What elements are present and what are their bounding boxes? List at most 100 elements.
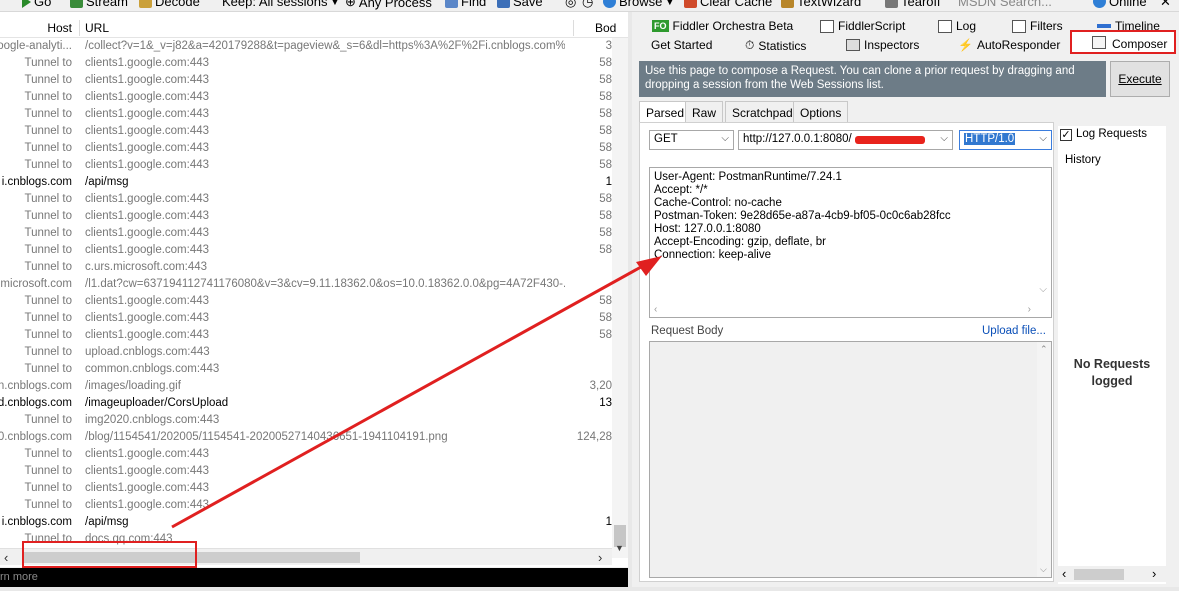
- timeline-icon: [1097, 24, 1111, 28]
- tab-log[interactable]: Log: [938, 19, 976, 33]
- tab-filters[interactable]: Filters: [1012, 19, 1063, 33]
- row-host: Tunnel to: [24, 312, 72, 324]
- find-button[interactable]: Find: [445, 0, 486, 9]
- table-row[interactable]: Tunnel to clients1.google.com:443: [0, 463, 628, 480]
- keep-sessions-dropdown[interactable]: Keep: All sessions ▼: [222, 0, 339, 9]
- body-column-header[interactable]: Bod: [595, 21, 616, 35]
- table-row[interactable]: i.cnblogs.com/api/msg 1: [0, 174, 628, 191]
- row-body: 58: [599, 74, 612, 86]
- table-row[interactable]: Tunnel to clients1.google.com:443 58: [0, 72, 628, 89]
- table-row[interactable]: Tunnel to img2020.cnblogs.com:443: [0, 412, 628, 429]
- scroll-left-arrow-icon[interactable]: ‹: [654, 303, 657, 316]
- table-row[interactable]: Tunnel to clients1.google.com:443: [0, 446, 628, 463]
- tab-get-started[interactable]: Get Started: [651, 38, 712, 52]
- tab-parsed[interactable]: Parsed: [639, 101, 692, 122]
- table-row[interactable]: Tunnel to clients1.google.com:443 58: [0, 157, 628, 174]
- row-host: Tunnel to: [24, 448, 72, 460]
- close-toolbar-button[interactable]: ✕: [1160, 0, 1171, 10]
- table-row[interactable]: Tunnel to clients1.google.com:443: [0, 480, 628, 497]
- tearoff-button[interactable]: Tearoff: [885, 0, 941, 9]
- table-row[interactable]: 20.cnblogs.com/blog/1154541/202005/11545…: [0, 429, 628, 446]
- table-row[interactable]: Tunnel to clients1.google.com:443 58: [0, 89, 628, 106]
- scroll-right-arrow-icon[interactable]: ›: [1028, 303, 1031, 316]
- row-url: clients1.google.com:443: [85, 210, 210, 222]
- table-row[interactable]: Tunnel to clients1.google.com:443 58: [0, 191, 628, 208]
- table-row[interactable]: Tunnel to clients1.google.com:443 58: [0, 123, 628, 140]
- protocol-select[interactable]: HTTP/1.0 ⌵: [959, 130, 1052, 150]
- tab-scratchpad[interactable]: Scratchpad: [725, 101, 800, 122]
- online-indicator[interactable]: Online: [1093, 0, 1147, 9]
- clear-cache-button[interactable]: Clear Cache: [684, 0, 772, 9]
- quickexec-bar[interactable]: rn more: [0, 568, 628, 587]
- any-process-button[interactable]: ⊕ Any Process: [345, 0, 432, 10]
- textwizard-button[interactable]: TextWizard: [781, 0, 861, 9]
- decode-button[interactable]: Decode: [139, 0, 200, 9]
- column-separator[interactable]: [79, 20, 80, 36]
- upload-file-link[interactable]: Upload file...: [982, 325, 1046, 337]
- table-row[interactable]: Tunnel to clients1.google.com:443 58: [0, 140, 628, 157]
- table-row[interactable]: Tunnel to upload.cnblogs.com:443: [0, 344, 628, 361]
- stream-button[interactable]: Stream: [70, 0, 128, 9]
- column-separator[interactable]: [573, 20, 574, 36]
- table-row[interactable]: Tunnel to clients1.google.com:443 58: [0, 225, 628, 242]
- url-column-header[interactable]: URL: [85, 21, 109, 35]
- tab-fiddlerscript[interactable]: FiddlerScript: [820, 19, 905, 33]
- request-body-textarea[interactable]: ⌃ ⌵: [649, 341, 1052, 578]
- row-host: ad.cnblogs.com: [0, 397, 72, 409]
- url-input[interactable]: http://127.0.0.1:8080/ ⌵: [738, 130, 953, 150]
- table-row[interactable]: Tunnel to clients1.google.com:443 58: [0, 208, 628, 225]
- browse-button[interactable]: Browse ▼: [603, 0, 674, 9]
- scroll-left-arrow-icon[interactable]: ‹: [1062, 566, 1066, 581]
- table-row[interactable]: ad.cnblogs.com/imageuploader/CorsUpload 1…: [0, 395, 628, 412]
- scroll-down-arrow-icon[interactable]: ⌵: [1039, 283, 1047, 296]
- table-row[interactable]: i.cnblogs.com/api/msg 1: [0, 514, 628, 531]
- execute-button[interactable]: Execute: [1110, 61, 1170, 97]
- request-body-scrollbar[interactable]: ⌃ ⌵: [1037, 342, 1051, 577]
- timer-button[interactable]: ◷: [582, 0, 593, 10]
- row-url: clients1.google.com:443: [85, 125, 210, 137]
- table-row[interactable]: Tunnel to clients1.google.com:443 58: [0, 327, 628, 344]
- go-button[interactable]: Go: [22, 0, 51, 9]
- host-column-header[interactable]: Host: [47, 21, 72, 35]
- table-row[interactable]: Tunnel to clients1.google.com:443 58: [0, 242, 628, 259]
- table-row[interactable]: on.cnblogs.com/images/loading.gif 3,20: [0, 378, 628, 395]
- table-row[interactable]: Tunnel to clients1.google.com:443 58: [0, 106, 628, 123]
- tab-composer[interactable]: Composer: [1070, 30, 1176, 54]
- composer-panel: FO Fiddler Orchestra Beta FiddlerScript L…: [632, 12, 1179, 591]
- tab-options[interactable]: Options: [793, 101, 849, 122]
- log-requests-checkbox[interactable]: ✓: [1060, 129, 1072, 141]
- tab-inspectors[interactable]: Inspectors: [846, 38, 919, 52]
- table-row[interactable]: Tunnel to clients1.google.com:443 58: [0, 310, 628, 327]
- tab-autoresponder-label: AutoResponder: [976, 38, 1061, 52]
- scroll-down-arrow-icon[interactable]: ⌵: [1040, 564, 1047, 575]
- table-row[interactable]: Tunnel to clients1.google.com:443 58: [0, 55, 628, 72]
- row-host: on.cnblogs.com: [0, 380, 72, 392]
- table-row[interactable]: Tunnel to clients1.google.com:443: [0, 497, 628, 514]
- table-row[interactable]: s.microsoft.com/l1.dat?cw=63719411274117…: [0, 276, 628, 293]
- msdn-search-box[interactable]: MSDN Search...: [958, 0, 1052, 9]
- scrollbar-thumb[interactable]: [1074, 569, 1124, 580]
- scroll-left-arrow-icon[interactable]: ‹: [4, 550, 8, 565]
- history-horizontal-scrollbar[interactable]: ‹ ›: [1058, 566, 1166, 582]
- scroll-right-arrow-icon[interactable]: ›: [1152, 566, 1156, 581]
- save-button[interactable]: Save: [497, 0, 543, 9]
- scroll-up-arrow-icon[interactable]: ⌃: [1040, 344, 1048, 355]
- scroll-right-arrow-icon[interactable]: ›: [598, 550, 602, 565]
- tab-autoresponder[interactable]: ⚡ AutoResponder: [958, 38, 1060, 52]
- sessions-header: Host URL Bod: [0, 16, 628, 38]
- tab-statistics[interactable]: ⏱ Statistics: [745, 38, 806, 53]
- tab-fiddler-orchestra[interactable]: FO Fiddler Orchestra Beta: [652, 19, 793, 33]
- any-process-label: Any Process: [358, 0, 432, 10]
- textwizard-label: TextWizard: [797, 0, 862, 9]
- tab-raw[interactable]: Raw: [685, 101, 724, 122]
- method-select[interactable]: GET ⌵: [649, 130, 734, 150]
- sessions-vertical-scrollbar[interactable]: ▼: [612, 38, 628, 558]
- scroll-down-arrow-icon[interactable]: ▼: [615, 543, 624, 553]
- table-row[interactable]: Tunnel to common.cnblogs.com:443: [0, 361, 628, 378]
- table-row[interactable]: Tunnel to clients1.google.com:443 58: [0, 293, 628, 310]
- textwizard-icon: [781, 0, 794, 8]
- table-row[interactable]: Tunnel to c.urs.microsoft.com:443: [0, 259, 628, 276]
- table-row[interactable]: oogle-analyti... /collect?v=1&_v=j82&a=42…: [0, 38, 628, 55]
- request-headers-textarea[interactable]: User-Agent: PostmanRuntime/7.24.1 Accept:…: [649, 167, 1052, 318]
- screenshot-button[interactable]: ◎: [565, 0, 576, 10]
